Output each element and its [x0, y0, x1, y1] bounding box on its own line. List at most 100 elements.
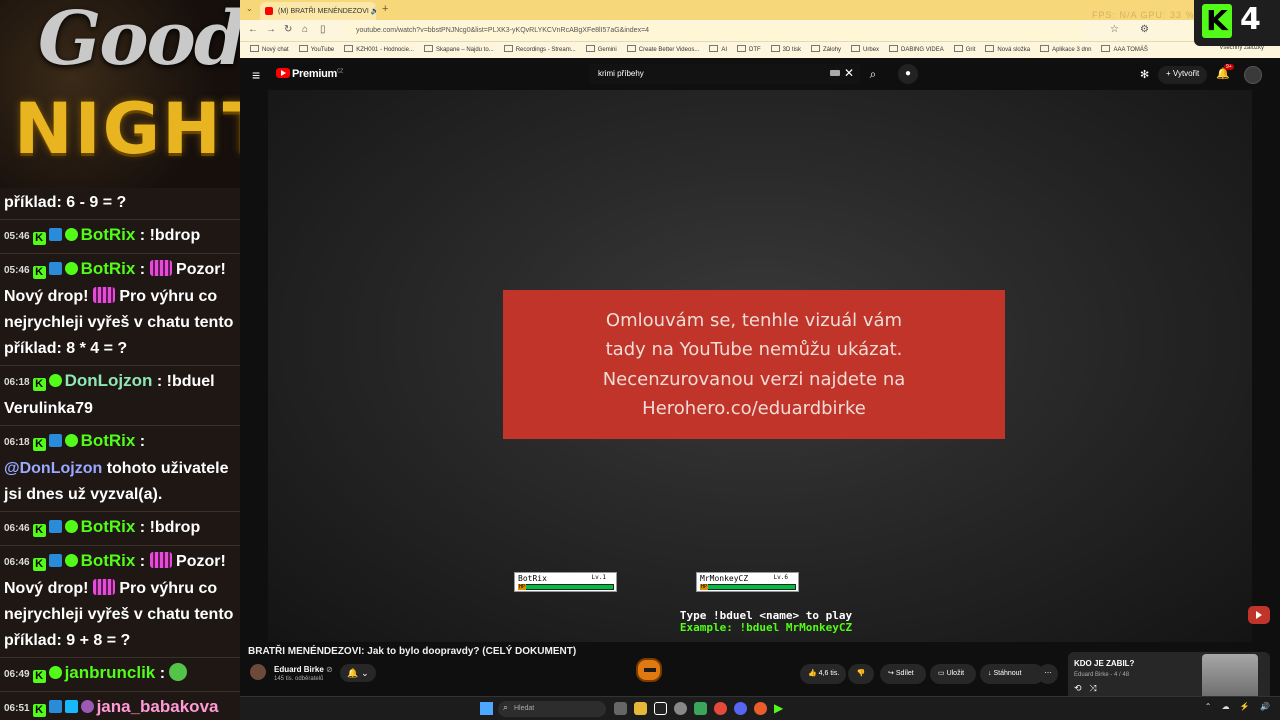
bookmark-item[interactable]: Nová složka [985, 47, 1030, 53]
chat-username[interactable]: BotRix [81, 259, 136, 278]
playlist-panel[interactable]: KDO JE ZABIL? Eduard Birke - 4 / 48 ⟲⤨ [1068, 652, 1270, 700]
windows-start-icon[interactable] [480, 702, 493, 715]
duel-example-line: Example: !bduel MrMonkeyCZ [679, 621, 853, 634]
duel-player-name: MrMonkeyCZ [700, 574, 749, 583]
subscription-bell-button[interactable]: 🔔 ⌄ [340, 664, 376, 682]
youtube-logo-icon[interactable] [276, 68, 290, 78]
voice-search-icon[interactable]: ● [898, 64, 918, 84]
chat-username[interactable]: BotRix [81, 517, 136, 536]
task-view-icon[interactable] [614, 702, 627, 715]
bookmark-item[interactable]: YouTube [299, 47, 335, 53]
back-icon[interactable]: ← [248, 24, 258, 35]
good-night-banner: Good NIGHT [0, 0, 240, 196]
download-button[interactable]: ↓ Stáhnout [980, 664, 1044, 684]
menu-icon[interactable]: ≡ [252, 67, 260, 83]
address-bar[interactable]: youtube.com/watch?v=bbstPNJNcg0&list=PLX… [346, 23, 1086, 39]
youtube-header: ≡ PremiumCZ krimi příbehy ✕ ⌕ ● ✻ + Vytv… [240, 60, 1280, 90]
bookmark-item[interactable]: Nový chat [250, 47, 289, 53]
bookmark-item[interactable]: Recordings - Stream... [504, 47, 576, 53]
more-actions-icon[interactable]: ⋯ [1038, 664, 1058, 684]
chat-timestamp: 06:49 [4, 669, 30, 680]
bookmarks-bar: Nový chat YouTube KZH001 - Hodnocie... Skap… [240, 42, 1280, 58]
bookmark-item[interactable]: Skapane – Najdu to... [424, 47, 494, 53]
dislike-button[interactable]: 👎 [848, 664, 874, 684]
kick-badge-icon: K [32, 670, 46, 683]
notifications-icon[interactable]: 🔔 9+ [1216, 64, 1234, 80]
duel-player-level: Lv.1 [591, 574, 606, 581]
chat-separator: : [152, 373, 167, 390]
save-button[interactable]: ▭ Uložit [930, 664, 976, 684]
bookmark-item[interactable]: Urbex [851, 47, 879, 53]
smile-emoji-icon [169, 663, 188, 681]
youtube-premium-logo[interactable]: PremiumCZ [292, 68, 343, 80]
notice-line: Omlouvám se, tenhle vizuál vám [605, 309, 903, 331]
bookmark-item[interactable]: DTF [737, 47, 761, 53]
notice-line: Necenzurovanou verzi najdete na [602, 368, 906, 390]
settings-icon[interactable] [674, 702, 687, 715]
chat-message: 06:49 Kjanbrunclik : [0, 658, 240, 692]
bookmark-star-icon[interactable]: ☆ [1110, 24, 1119, 35]
chat-username[interactable]: BotRix [81, 431, 136, 450]
video-player[interactable]: Omlouvám se, tenhle vizuál vám tady na Y… [268, 90, 1252, 642]
bookmark-item[interactable]: Gemini [586, 47, 617, 53]
duel-hp-label: HP [518, 584, 527, 590]
reload-icon[interactable]: ↻ [284, 24, 292, 35]
chat-username[interactable]: BotRix [81, 225, 136, 244]
tiktok-icon[interactable] [654, 702, 667, 715]
share-button[interactable]: ↪ Sdílet [880, 664, 926, 684]
chat-emote-icon [92, 579, 115, 595]
clear-search-icon[interactable]: ✕ [844, 66, 854, 80]
censor-notice: Omlouvám se, tenhle vizuál vám tady na Y… [503, 290, 1005, 439]
bookmark-item[interactable]: Zálohy [811, 47, 841, 53]
keyboard-icon[interactable] [830, 70, 840, 76]
cast-icon[interactable]: ✻ [1140, 68, 1149, 81]
bookmark-item[interactable]: Aplikace 3 dnn [1040, 47, 1091, 53]
bookmark-item[interactable]: Grit [954, 47, 976, 53]
search-button[interactable]: ⌕ [860, 64, 886, 84]
chat-username[interactable]: BotRix [81, 551, 136, 570]
banner-good-text: Good [38, 0, 240, 82]
create-button[interactable]: + Vytvořit [1158, 66, 1208, 84]
search-input[interactable]: krimi příbehy [590, 64, 860, 84]
sidebar-icon[interactable]: ▯ [320, 24, 326, 35]
bookmark-item[interactable]: AI [709, 47, 727, 53]
bookmark-item[interactable]: AAA TOMÁŠ [1101, 47, 1147, 53]
chat-username[interactable]: janbrunclik [65, 663, 156, 682]
extensions-icon[interactable]: ⚙ [1140, 24, 1149, 35]
chrome-icon[interactable] [714, 702, 727, 715]
notice-text: Omlouvám se, tenhle vizuál vám tady na Y… [603, 306, 906, 424]
avatar[interactable] [1244, 66, 1262, 84]
chat-message: 06:51Kjana_babakova :Dobré ránko [0, 692, 240, 720]
forward-icon[interactable]: → [266, 24, 276, 35]
chat-text: příklad: 6 - 9 = ? [4, 194, 127, 211]
chat-emote-icon [149, 260, 172, 276]
chat-username[interactable]: jana_babakova [97, 697, 219, 716]
tab-list-icon[interactable]: ⌄ [246, 4, 253, 13]
tab-youtube[interactable]: (M) BRATŘI MENÉNDEZOVI 🔊 × [260, 2, 376, 20]
bookmark-item[interactable]: 3D tisk [771, 47, 801, 53]
kick-counter-badge: K 4 [1194, 0, 1280, 46]
system-tray[interactable]: ⌃ ☁ ⚡ 🔊 [1205, 702, 1274, 711]
bookmark-item[interactable]: Create Better Videos... [627, 47, 700, 53]
channel-avatar[interactable] [250, 664, 266, 680]
chat-separator: : [135, 553, 150, 570]
youtube-mini-icon[interactable] [1248, 606, 1270, 624]
xbox-icon[interactable] [694, 702, 707, 715]
play-icon[interactable]: ▶ [774, 702, 787, 715]
playlist-controls[interactable]: ⟲⤨ [1074, 683, 1105, 694]
audio-icon[interactable]: 🔊 × [371, 8, 376, 15]
sword-badge-icon [48, 700, 62, 713]
chat-username[interactable]: DonLojzon [65, 371, 153, 390]
new-tab-button[interactable]: + [382, 3, 388, 15]
channel-name[interactable]: Eduard Birke ⊘ [274, 665, 333, 674]
bookmark-item[interactable]: DABING VIDEA [889, 47, 944, 53]
chat-mention[interactable]: @DonLojzon [4, 460, 102, 477]
discord-icon[interactable] [734, 702, 747, 715]
like-button[interactable]: 👍 4,6 tis. [800, 664, 846, 684]
file-explorer-icon[interactable] [634, 702, 647, 715]
taskbar-search-input[interactable]: Hledat [498, 701, 606, 717]
bookmark-item[interactable]: KZH001 - Hodnocie... [344, 47, 414, 53]
home-icon[interactable]: ⌂ [302, 24, 308, 35]
obs-icon[interactable] [754, 702, 767, 715]
cube-badge-icon [64, 700, 78, 713]
